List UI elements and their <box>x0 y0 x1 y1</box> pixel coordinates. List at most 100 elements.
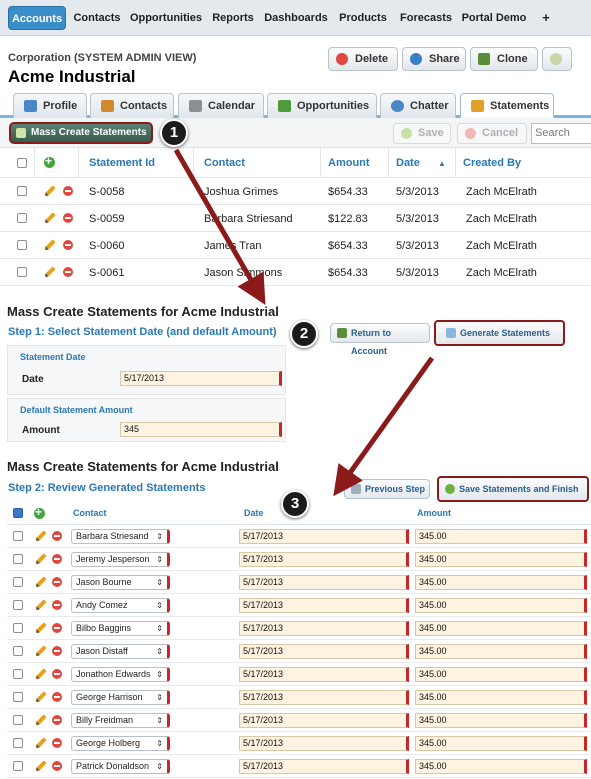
amount-input[interactable]: 345.00 <box>415 621 587 636</box>
date-input[interactable]: 5/17/2013 <box>239 621 409 636</box>
amount-input[interactable]: 345.00 <box>415 713 587 728</box>
pencil-icon[interactable] <box>35 737 47 749</box>
pencil-icon[interactable] <box>44 266 56 278</box>
select-all-checkbox[interactable] <box>13 508 23 518</box>
row-checkbox[interactable] <box>13 669 23 679</box>
nav-tab-dashboards[interactable]: Dashboards <box>263 6 329 30</box>
amount-input[interactable]: 345.00 <box>415 575 587 590</box>
delete-row-icon[interactable] <box>63 240 73 250</box>
pencil-icon[interactable] <box>35 576 47 588</box>
tab-opportunities[interactable]: Opportunities <box>267 93 377 118</box>
row-checkbox[interactable] <box>13 761 23 771</box>
date-input[interactable]: 5/17/2013 <box>239 690 409 705</box>
amount-input[interactable]: 345.00 <box>415 690 587 705</box>
date-input[interactable]: 5/17/2013 <box>239 713 409 728</box>
pencil-icon[interactable] <box>35 691 47 703</box>
delete-row-icon[interactable] <box>52 692 62 702</box>
row-checkbox[interactable] <box>17 186 27 196</box>
date-input[interactable]: 5/17/2013 <box>239 529 409 544</box>
pencil-icon[interactable] <box>35 645 47 657</box>
row-checkbox[interactable] <box>17 267 27 277</box>
clone-button[interactable]: Clone <box>470 47 538 71</box>
tab-contacts[interactable]: Contacts <box>90 93 174 118</box>
pencil-icon[interactable] <box>35 760 47 772</box>
nav-tab-opportunities[interactable]: Opportunities <box>129 6 203 30</box>
pencil-icon[interactable] <box>35 599 47 611</box>
amount-input[interactable]: 345.00 <box>415 598 587 613</box>
delete-row-icon[interactable] <box>52 623 62 633</box>
amount-input[interactable]: 345 <box>120 422 282 437</box>
date-input[interactable]: 5/17/2013 <box>239 598 409 613</box>
delete-row-icon[interactable] <box>63 267 73 277</box>
contact-select[interactable]: Barbara Striesand ⇕ <box>71 529 170 544</box>
col-statement-id[interactable]: Statement Id <box>89 157 155 169</box>
amount-input[interactable]: 345.00 <box>415 667 587 682</box>
nav-tab-add[interactable]: + <box>536 6 556 30</box>
return-to-account-button[interactable]: Return to Account <box>330 323 430 356</box>
col-date[interactable]: Date <box>396 157 420 169</box>
delete-row-icon[interactable] <box>52 531 62 541</box>
contact-select[interactable]: Jason Bourne ⇕ <box>71 575 170 590</box>
contact-select[interactable]: Jason Distaff ⇕ <box>71 644 170 659</box>
row-checkbox[interactable] <box>17 240 27 250</box>
nav-tab-forecasts[interactable]: Forecasts <box>396 6 456 30</box>
more-actions-button[interactable] <box>542 47 572 71</box>
amount-input[interactable]: 345.00 <box>415 529 587 544</box>
delete-row-icon[interactable] <box>52 715 62 725</box>
share-button[interactable]: Share <box>402 47 466 71</box>
amount-input[interactable]: 345.00 <box>415 552 587 567</box>
contact-select[interactable]: Billy Freidman ⇕ <box>71 713 170 728</box>
pencil-icon[interactable] <box>35 668 47 680</box>
col-created-by[interactable]: Created By <box>463 157 521 169</box>
pencil-icon[interactable] <box>44 185 56 197</box>
amount-input[interactable]: 345.00 <box>415 736 587 751</box>
pencil-icon[interactable] <box>35 622 47 634</box>
contact-select[interactable]: Jonathon Edwards ⇕ <box>71 667 170 682</box>
pencil-icon[interactable] <box>35 553 47 565</box>
contact-select[interactable]: George Holberg ⇕ <box>71 736 170 751</box>
delete-row-icon[interactable] <box>52 600 62 610</box>
contact-select[interactable]: Patrick Donaldson ⇕ <box>71 759 170 774</box>
row-checkbox[interactable] <box>13 692 23 702</box>
contact-select[interactable]: Jeremy Jesperson ⇕ <box>71 552 170 567</box>
delete-row-icon[interactable] <box>52 646 62 656</box>
contact-select[interactable]: Andy Comez ⇕ <box>71 598 170 613</box>
add-row-icon[interactable] <box>44 154 55 168</box>
tab-profile[interactable]: Profile <box>13 93 87 118</box>
date-input[interactable]: 5/17/2013 <box>239 644 409 659</box>
nav-tab-portal-demo[interactable]: Portal Demo <box>460 6 528 30</box>
date-input[interactable]: 5/17/2013 <box>239 575 409 590</box>
search-input[interactable]: Search <box>531 123 591 144</box>
nav-tab-accounts[interactable]: Accounts <box>8 6 66 30</box>
tab-calendar[interactable]: Calendar <box>178 93 264 118</box>
pencil-icon[interactable] <box>35 530 47 542</box>
delete-row-icon[interactable] <box>52 577 62 587</box>
delete-row-icon[interactable] <box>52 669 62 679</box>
row-checkbox[interactable] <box>13 715 23 725</box>
row-checkbox[interactable] <box>13 623 23 633</box>
amount-input[interactable]: 345.00 <box>415 759 587 774</box>
pencil-icon[interactable] <box>35 714 47 726</box>
save-statements-and-finish-button[interactable]: Save Statements and Finish <box>437 476 589 502</box>
delete-row-icon[interactable] <box>52 761 62 771</box>
nav-tab-contacts[interactable]: Contacts <box>70 6 124 30</box>
save-button[interactable]: Save <box>393 123 451 144</box>
cancel-button[interactable]: Cancel <box>457 123 527 144</box>
col-amount[interactable]: Amount <box>328 157 370 169</box>
date-input[interactable]: 5/17/2013 <box>239 759 409 774</box>
contact-select[interactable]: Bilbo Baggins ⇕ <box>71 621 170 636</box>
pencil-icon[interactable] <box>44 239 56 251</box>
mass-create-statements-button[interactable]: Mass Create Statements <box>9 122 153 144</box>
row-checkbox[interactable] <box>17 213 27 223</box>
row-checkbox[interactable] <box>13 531 23 541</box>
tab-chatter[interactable]: Chatter <box>380 93 456 118</box>
amount-input[interactable]: 345.00 <box>415 644 587 659</box>
previous-step-button[interactable]: Previous Step <box>344 479 430 499</box>
generate-statements-button[interactable]: Generate Statements <box>434 320 565 346</box>
delete-row-icon[interactable] <box>63 186 73 196</box>
contact-select[interactable]: George Harrison ⇕ <box>71 690 170 705</box>
nav-tab-reports[interactable]: Reports <box>208 6 258 30</box>
col-contact[interactable]: Contact <box>204 157 245 169</box>
date-input[interactable]: 5/17/2013 <box>120 371 282 386</box>
add-row-icon[interactable] <box>34 505 45 519</box>
